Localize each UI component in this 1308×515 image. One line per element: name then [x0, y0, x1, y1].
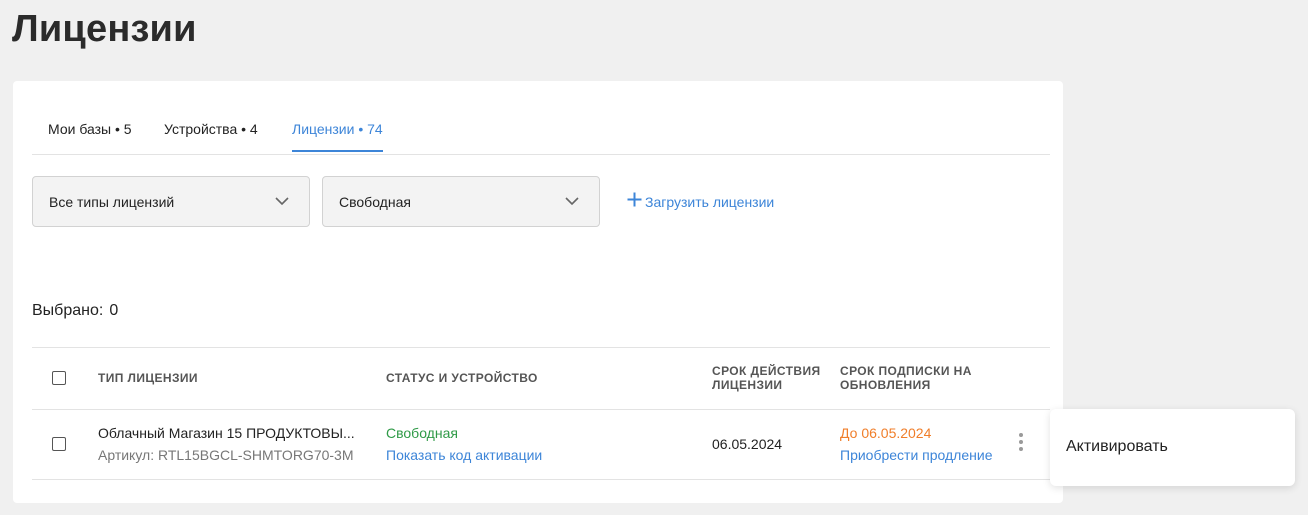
menu-item-activate[interactable]: Активировать [1066, 438, 1168, 456]
selected-count: Выбрано: 0 [32, 302, 118, 320]
column-header-validity-line2: ЛИЦЕНЗИИ [712, 378, 783, 392]
more-actions-icon[interactable] [1017, 433, 1025, 453]
upload-licenses-label: Загрузить лицензии [645, 194, 775, 210]
column-header-validity[interactable]: СРОК ДЕЙСТВИЯ ЛИЦЕНЗИИ [712, 364, 821, 392]
column-header-type[interactable]: ТИП ЛИЦЕНЗИИ [98, 371, 198, 385]
licenses-card: Мои базы • 5 Устройства • 4 Лицензии • 7… [13, 81, 1063, 503]
show-activation-code-link[interactable]: Показать код активации [386, 447, 542, 463]
buy-renewal-link[interactable]: Приобрести продление [840, 447, 992, 463]
select-all-checkbox[interactable] [52, 371, 66, 385]
status-select[interactable]: Свободная [322, 176, 600, 227]
column-header-status[interactable]: СТАТУС И УСТРОЙСТВО [386, 371, 538, 385]
license-status: Свободная [386, 425, 458, 441]
column-header-subscription[interactable]: СРОК ПОДПИСКИ НА ОБНОВЛЕНИЯ [840, 364, 972, 392]
tab-devices[interactable]: Устройства • 4 [164, 121, 258, 150]
table-row[interactable]: Облачный Магазин 15 ПРОДУКТОВЫ... Артику… [32, 409, 1050, 480]
plus-icon [627, 192, 642, 207]
chevron-down-icon [565, 197, 579, 206]
column-header-validity-line1: СРОК ДЕЙСТВИЯ [712, 364, 821, 378]
license-article: Артикул: RTL15BGCL-SHMTORG70-3M [98, 447, 354, 463]
tabs-bar: Мои базы • 5 Устройства • 4 Лицензии • 7… [32, 81, 1050, 155]
row-actions-menu: Активировать [1050, 409, 1295, 486]
column-header-subscription-line2: ОБНОВЛЕНИЯ [840, 378, 931, 392]
license-type-select-value: Все типы лицензий [49, 194, 175, 210]
license-type-select[interactable]: Все типы лицензий [32, 176, 310, 227]
tab-licenses[interactable]: Лицензии • 74 [292, 121, 383, 152]
status-select-value: Свободная [339, 194, 411, 210]
column-header-subscription-line1: СРОК ПОДПИСКИ НА [840, 364, 972, 378]
row-checkbox[interactable] [52, 437, 66, 451]
tab-my-databases[interactable]: Мои базы • 5 [48, 121, 132, 150]
license-validity: 06.05.2024 [712, 436, 783, 452]
subscription-expiry: До 06.05.2024 [840, 425, 932, 441]
chevron-down-icon [275, 197, 289, 206]
selected-count-value: 0 [109, 302, 119, 319]
license-name: Облачный Магазин 15 ПРОДУКТОВЫ... [98, 425, 355, 441]
selected-count-label: Выбрано: [32, 302, 104, 319]
table-header: ТИП ЛИЦЕНЗИИ СТАТУС И УСТРОЙСТВО СРОК ДЕ… [32, 347, 1050, 410]
page-title: Лицензии [12, 8, 197, 50]
